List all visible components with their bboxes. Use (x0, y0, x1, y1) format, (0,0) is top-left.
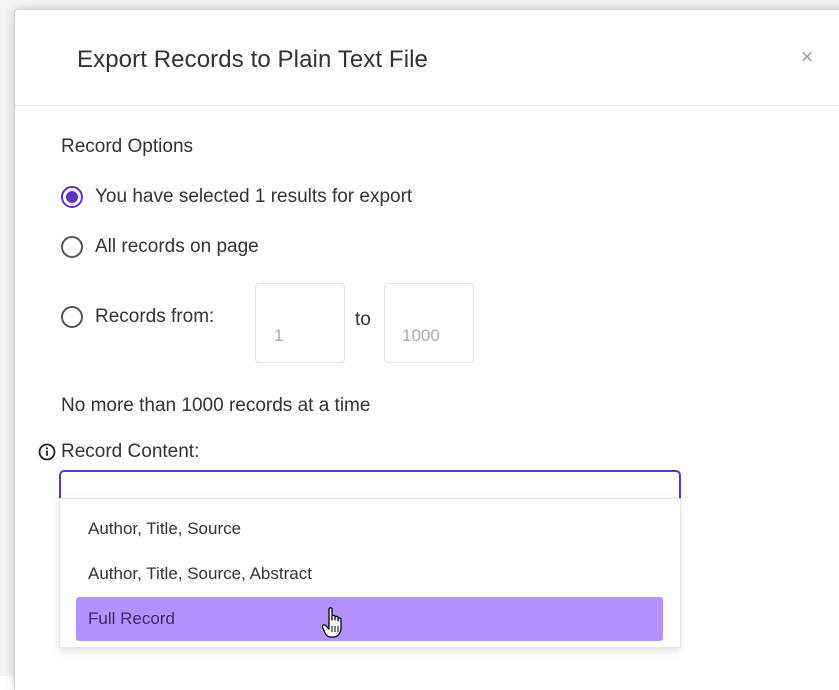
option-all-records-label: All records on page (95, 236, 259, 257)
option-selected-results-label: You have selected 1 results for export (95, 186, 413, 207)
option-records-from-label: Records from: (95, 306, 215, 327)
record-options-label: Record Options (61, 136, 194, 157)
range-to-input[interactable]: 1000 (384, 283, 474, 363)
range-from-placeholder: 1 (274, 326, 284, 345)
radio-all-records-on-page[interactable] (61, 236, 83, 258)
info-circle-icon[interactable] (38, 443, 56, 461)
record-content-label: Record Content: (61, 441, 200, 462)
hand-pointer-cursor (321, 607, 342, 638)
option-selected-results[interactable]: You have selected 1 results for export (61, 182, 412, 212)
dropdown-option-full-record[interactable]: Full Record (76, 597, 663, 641)
option-all-records-on-page[interactable]: All records on page (61, 232, 259, 262)
dialog-header: Export Records to Plain Text File × (15, 10, 839, 106)
record-content-heading: Record Content: (38, 440, 199, 464)
option-records-from[interactable]: Records from: (61, 302, 214, 332)
radio-records-from[interactable] (61, 306, 83, 328)
record-content-dropdown: Author, Title, Source Author, Title, Sou… (59, 498, 681, 648)
range-to-label: to (355, 309, 371, 330)
close-button[interactable]: × (797, 46, 817, 68)
limit-note: No more than 1000 records at a time (61, 395, 371, 416)
radio-selected-results[interactable] (61, 186, 83, 208)
range-to-placeholder: 1000 (402, 326, 440, 345)
export-dialog: Export Records to Plain Text File × Reco… (14, 9, 839, 690)
range-from-input[interactable]: 1 (255, 283, 345, 363)
dialog-title: Export Records to Plain Text File (77, 46, 429, 73)
dropdown-option-author-title-source-abstract[interactable]: Author, Title, Source, Abstract (76, 552, 663, 596)
dropdown-option-author-title-source[interactable]: Author, Title, Source (76, 507, 663, 551)
